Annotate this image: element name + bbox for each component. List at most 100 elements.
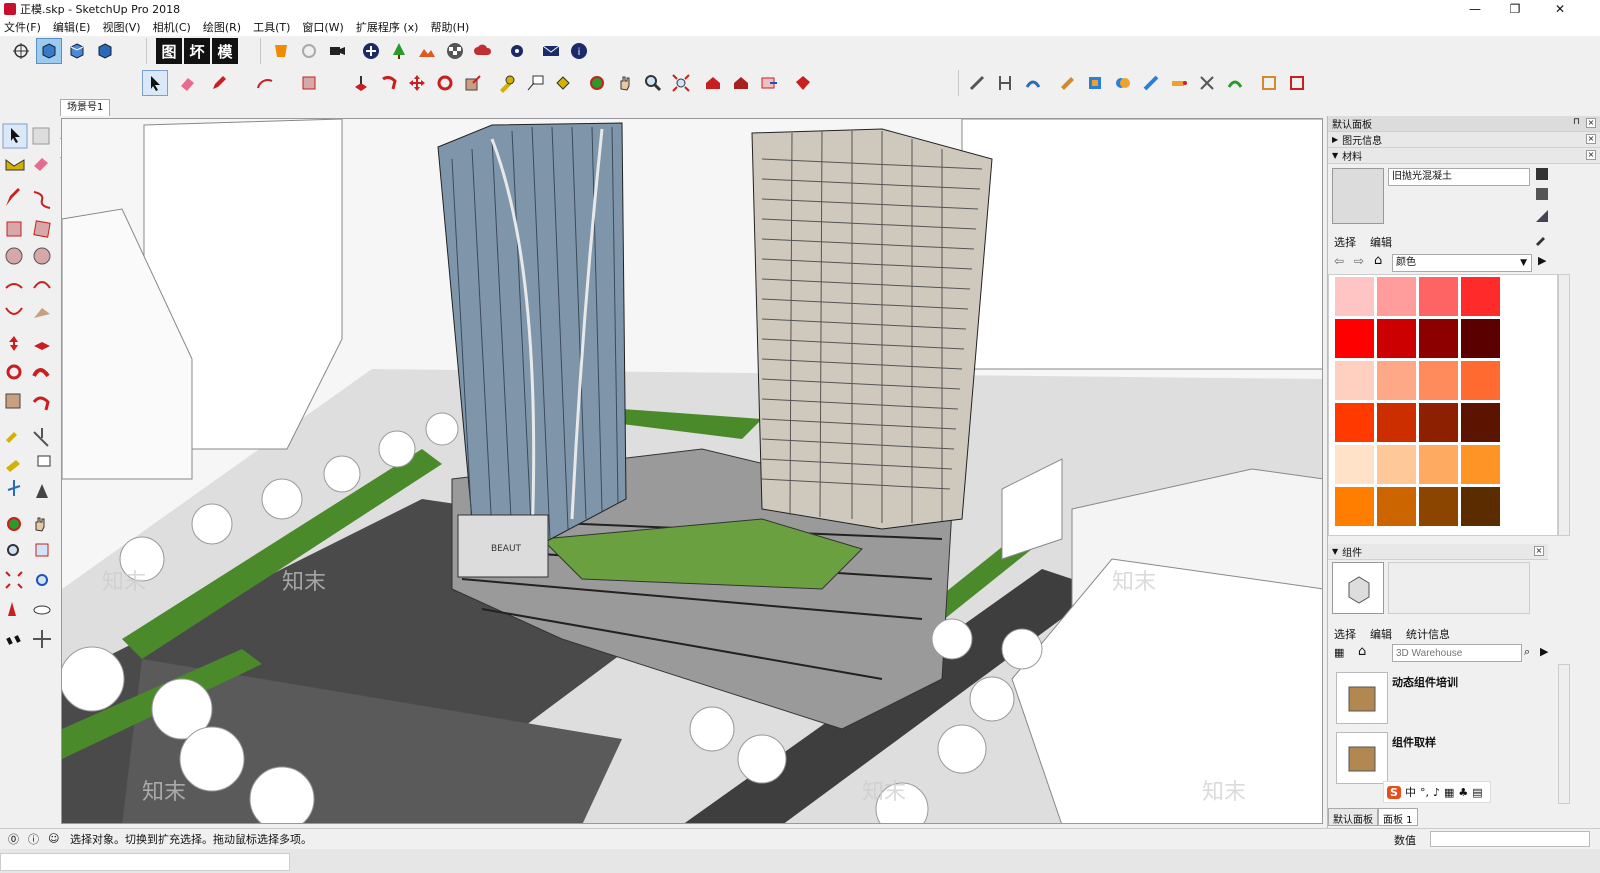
ime-lang-toggle[interactable]: 中 xyxy=(1405,784,1416,800)
union-icon[interactable] xyxy=(1110,70,1136,96)
rotate-icon[interactable] xyxy=(6,364,22,380)
plugin-tu-button[interactable]: 图 xyxy=(156,38,182,64)
tape-measure-icon[interactable] xyxy=(6,432,17,443)
color-swatch[interactable] xyxy=(1461,319,1500,358)
push-pull-icon[interactable] xyxy=(34,342,50,350)
plugin-huai-button[interactable]: 坏 xyxy=(184,38,210,64)
taskbar-search[interactable] xyxy=(0,853,290,871)
subtract-icon[interactable] xyxy=(1138,70,1164,96)
user-icon[interactable]: ☺ xyxy=(48,832,62,845)
geo-location-icon[interactable]: ⓪ xyxy=(8,831,22,847)
component-thumb-2[interactable] xyxy=(1336,732,1388,784)
color-swatch[interactable] xyxy=(1419,361,1458,400)
close-components-icon[interactable]: × xyxy=(1534,546,1544,556)
zoom-extents-icon[interactable] xyxy=(5,571,23,589)
color-swatch[interactable] xyxy=(1461,487,1500,526)
move-icon[interactable] xyxy=(9,336,18,351)
menu-draw[interactable]: 绘图(R) xyxy=(203,19,241,35)
toolbox-icon[interactable]: ▤ xyxy=(1472,786,1482,799)
paint-bucket-icon[interactable] xyxy=(550,70,576,96)
text-icon[interactable] xyxy=(37,455,51,467)
close-materials-icon[interactable]: × xyxy=(1586,150,1596,160)
color-swatch[interactable] xyxy=(1377,403,1416,442)
follow-me-icon[interactable] xyxy=(32,368,50,378)
measurements-input[interactable] xyxy=(1430,831,1590,847)
position-camera-icon[interactable] xyxy=(8,602,16,616)
color-swatch[interactable] xyxy=(1461,403,1500,442)
close-button[interactable]: ✕ xyxy=(1540,0,1580,18)
warehouse-search-input[interactable] xyxy=(1392,644,1522,662)
color-swatch[interactable] xyxy=(1461,277,1500,316)
3d-text-icon[interactable] xyxy=(36,484,48,498)
rotate-icon[interactable] xyxy=(432,70,458,96)
entity-info-header[interactable]: ▶ 图元信息 × xyxy=(1328,132,1600,148)
previous-view-icon[interactable] xyxy=(36,574,48,586)
create-material-icon[interactable] xyxy=(1536,168,1548,180)
intersect-icon[interactable] xyxy=(1082,70,1108,96)
credits-icon[interactable]: ⓘ xyxy=(28,831,42,847)
section-plane-icon[interactable] xyxy=(33,630,51,648)
component-label-1[interactable]: 动态组件培训 xyxy=(1392,674,1458,690)
minimize-button[interactable]: — xyxy=(1455,0,1495,18)
dimension-icon[interactable] xyxy=(992,70,1018,96)
orbit-tool-icon[interactable] xyxy=(8,38,34,64)
comp-tab-select[interactable]: 选择 xyxy=(1334,626,1356,642)
component-tool-icon[interactable] xyxy=(32,127,50,145)
rotated-rectangle-icon[interactable] xyxy=(33,220,51,238)
push-pull-icon[interactable] xyxy=(348,70,374,96)
home-icon[interactable]: ⌂ xyxy=(1358,644,1366,659)
color-swatch[interactable] xyxy=(1377,445,1416,484)
axes-icon[interactable] xyxy=(7,480,21,496)
zoom-icon[interactable] xyxy=(640,70,666,96)
pin-icon[interactable]: ⊓ xyxy=(1573,117,1580,127)
section-cut-icon[interactable] xyxy=(1284,70,1310,96)
details-arrow-icon[interactable]: ▶ xyxy=(1538,254,1546,267)
components-header[interactable]: ▼ 组件 × xyxy=(1328,544,1548,560)
menu-view[interactable]: 视图(V) xyxy=(102,19,140,35)
dimension-icon[interactable] xyxy=(33,428,49,447)
view-options-icon[interactable]: ▦ xyxy=(1334,646,1344,659)
terrain-icon[interactable] xyxy=(414,38,440,64)
color-swatch[interactable] xyxy=(1335,487,1374,526)
maximize-button[interactable]: ❐ xyxy=(1495,0,1535,18)
menu-extensions[interactable]: 扩展程序 (x) xyxy=(356,19,419,35)
color-swatch[interactable] xyxy=(1419,445,1458,484)
gear-icon[interactable] xyxy=(504,38,530,64)
tab-edit[interactable]: 编辑 xyxy=(1370,234,1392,250)
info-icon[interactable]: i xyxy=(566,38,592,64)
outer-shell-icon[interactable] xyxy=(1222,70,1248,96)
punctuation-icon[interactable]: °, xyxy=(1420,786,1429,799)
menu-help[interactable]: 帮助(H) xyxy=(430,19,469,35)
scale-icon[interactable] xyxy=(460,70,486,96)
select-tool-icon[interactable] xyxy=(142,70,168,96)
checker-icon[interactable] xyxy=(442,38,468,64)
iso-view-icon[interactable] xyxy=(36,38,62,64)
color-swatch[interactable] xyxy=(1377,361,1416,400)
pan-icon[interactable] xyxy=(35,517,45,532)
top-view-icon[interactable] xyxy=(64,38,90,64)
forward-arrow-icon[interactable]: ⇨ xyxy=(1354,254,1364,268)
share-component-icon[interactable] xyxy=(728,70,754,96)
pencil-icon[interactable] xyxy=(206,70,232,96)
zoom-extents-icon[interactable] xyxy=(668,70,694,96)
color-swatch[interactable] xyxy=(1419,487,1458,526)
warehouse-icon[interactable] xyxy=(700,70,726,96)
color-swatch[interactable] xyxy=(1419,319,1458,358)
details-arrow-icon[interactable]: ▶ xyxy=(1540,645,1548,658)
ruby-icon[interactable] xyxy=(790,70,816,96)
component-label-2[interactable]: 组件取样 xyxy=(1392,734,1436,750)
tab-select[interactable]: 选择 xyxy=(1334,234,1356,250)
arc-icon[interactable] xyxy=(252,70,278,96)
material-name-field[interactable]: 旧抛光混凝土 xyxy=(1388,168,1530,186)
eraser-icon[interactable] xyxy=(174,70,200,96)
section-plane-icon[interactable] xyxy=(1256,70,1282,96)
scene-tab[interactable]: 场景号1 xyxy=(60,99,111,116)
protractor-icon[interactable] xyxy=(6,460,20,472)
color-swatch[interactable] xyxy=(1377,277,1416,316)
tape-measure-icon[interactable] xyxy=(494,70,520,96)
menu-window[interactable]: 窗口(W) xyxy=(302,19,343,35)
zoom-window-icon[interactable] xyxy=(35,543,49,557)
color-swatch[interactable] xyxy=(1377,487,1416,526)
video-export-icon[interactable] xyxy=(324,38,350,64)
rotate-copy-icon[interactable] xyxy=(1020,70,1046,96)
